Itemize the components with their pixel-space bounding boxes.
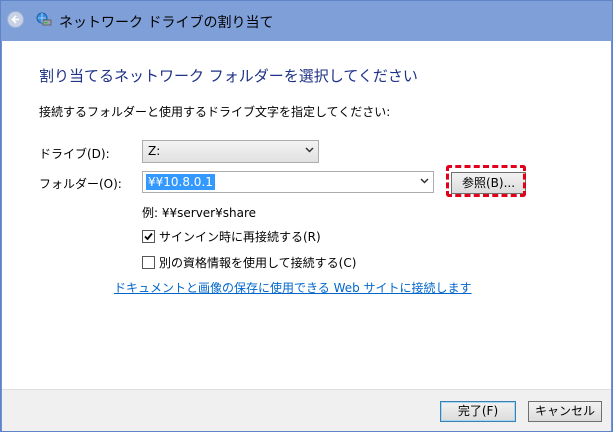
instruction-text: 接続するフォルダーと使用するドライブ文字を指定してください: xyxy=(39,105,391,119)
dialog-window: ネットワーク ドライブの割り当て 割り当てるネットワーク フォルダーを選択してく… xyxy=(0,0,613,432)
other-credentials-label: 別の資格情報を使用して接続する(C) xyxy=(159,256,357,270)
back-arrow-icon xyxy=(11,15,19,24)
dialog-content: 割り当てるネットワーク フォルダーを選択してください 接続するフォルダーと使用す… xyxy=(2,41,611,389)
chevron-down-icon xyxy=(305,147,314,153)
other-credentials-checkbox-row[interactable]: 別の資格情報を使用して接続する(C) xyxy=(142,254,356,271)
highlight-annotation xyxy=(446,165,526,197)
folder-combobox[interactable]: ¥¥10.8.0.1 xyxy=(142,171,434,193)
finish-button[interactable]: 完了(F) xyxy=(440,401,516,422)
window-title: ネットワーク ドライブの割り当て xyxy=(59,15,274,31)
reconnect-checkbox-row[interactable]: サインイン時に再接続する(R) xyxy=(142,228,321,245)
drive-value: Z: xyxy=(148,144,161,158)
example-text: 例: ¥¥server¥share xyxy=(142,206,257,220)
dialog-footer: 完了(F) キャンセル xyxy=(2,389,611,431)
web-site-link[interactable]: ドキュメントと画像の保存に使用できる Web サイトに接続します xyxy=(114,279,472,296)
drive-select[interactable]: Z: xyxy=(142,140,319,163)
network-drive-icon xyxy=(36,12,52,26)
title-bar: ネットワーク ドライブの割り当て xyxy=(1,1,612,41)
drive-label: ドライブ(D): xyxy=(39,147,110,161)
other-credentials-checkbox[interactable] xyxy=(142,256,155,269)
cancel-button[interactable]: キャンセル xyxy=(528,401,602,422)
page-heading: 割り当てるネットワーク フォルダーを選択してください xyxy=(39,67,418,85)
reconnect-label: サインイン時に再接続する(R) xyxy=(159,230,321,244)
back-button[interactable] xyxy=(7,11,24,28)
checkmark-icon xyxy=(144,232,153,241)
folder-label: フォルダー(O): xyxy=(39,177,122,191)
folder-input-value[interactable]: ¥¥10.8.0.1 xyxy=(146,174,215,190)
reconnect-checkbox[interactable] xyxy=(142,230,155,243)
chevron-down-icon[interactable] xyxy=(420,178,429,184)
